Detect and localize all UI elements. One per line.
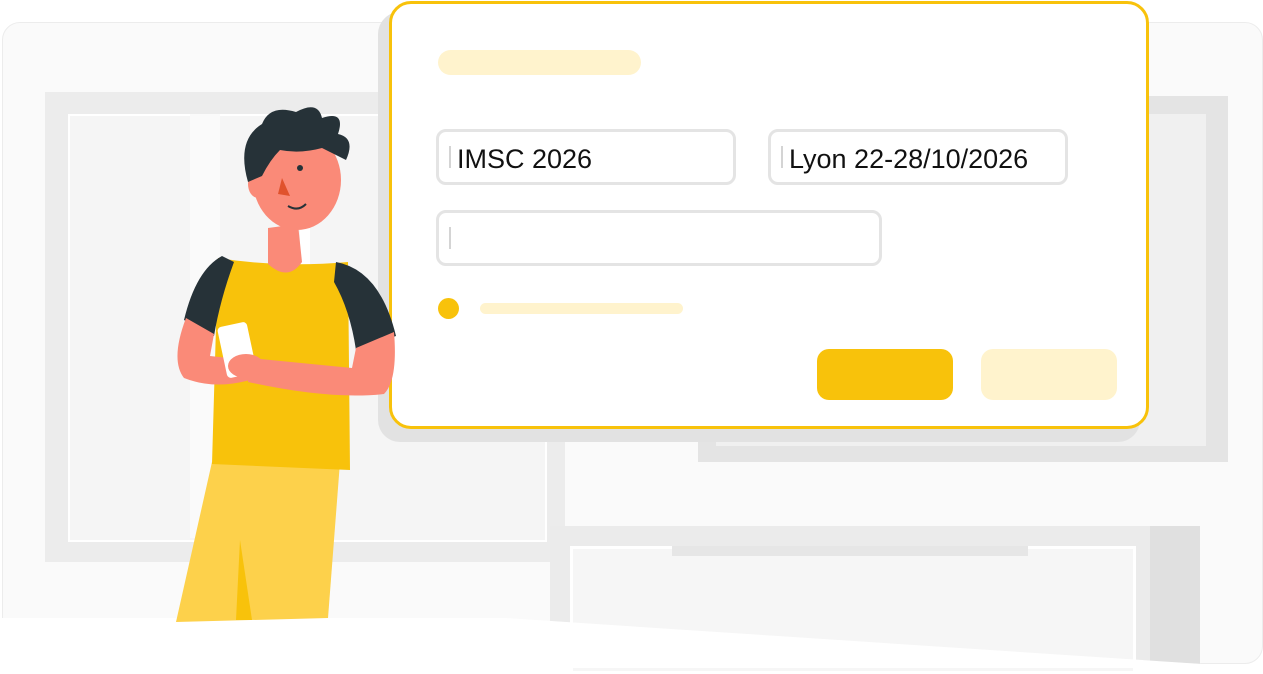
pants <box>176 462 340 622</box>
submit-button[interactable] <box>817 349 953 400</box>
dialog-title-placeholder <box>438 50 641 75</box>
background-cabinet-side <box>1150 526 1200 668</box>
event-location-date-field[interactable]: Lyon 22-28/10/2026 <box>768 129 1068 185</box>
cancel-button[interactable] <box>981 349 1117 400</box>
empty-text-field[interactable] <box>436 210 882 266</box>
event-name-field[interactable]: IMSC 2026 <box>436 129 736 185</box>
text-cursor <box>449 146 451 168</box>
neck <box>268 224 302 273</box>
radio-button[interactable] <box>438 298 459 319</box>
text-cursor <box>449 227 451 249</box>
event-name-value: IMSC 2026 <box>457 144 593 174</box>
person-illustration <box>176 107 396 622</box>
hand <box>228 354 264 378</box>
background-cabinet-handle <box>672 546 1028 556</box>
event-location-date-value: Lyon 22-28/10/2026 <box>789 144 1029 174</box>
text-cursor <box>781 146 783 168</box>
eye <box>297 165 303 171</box>
radio-label-placeholder <box>480 303 683 314</box>
